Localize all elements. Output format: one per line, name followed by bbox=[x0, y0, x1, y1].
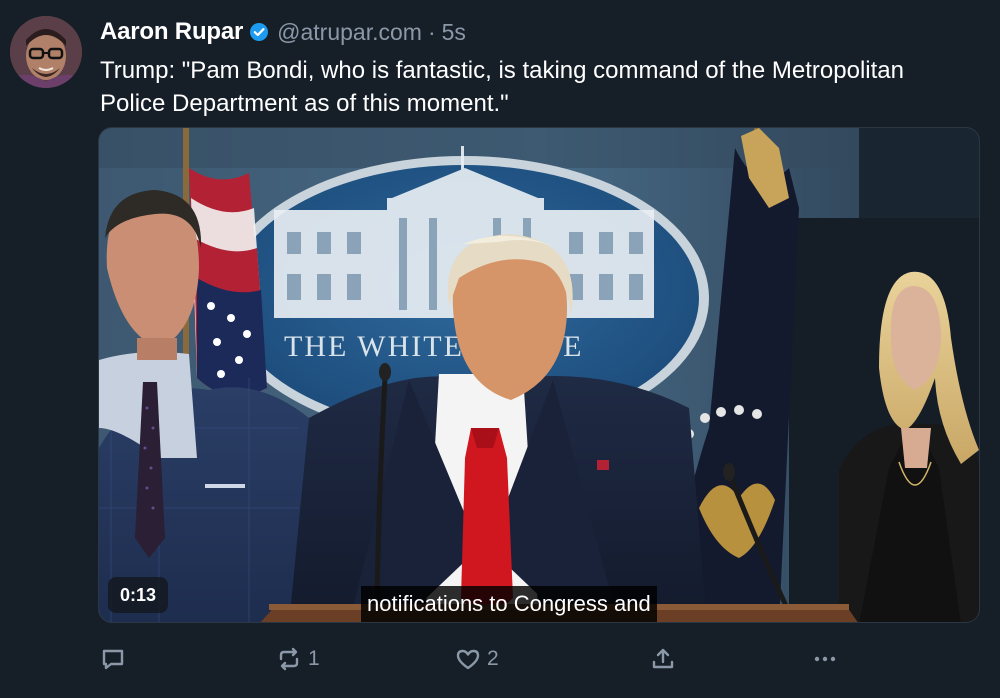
video-frame: THE WHITE HOUSE bbox=[99, 128, 979, 622]
heart-icon bbox=[456, 649, 480, 670]
more-dots-icon bbox=[814, 656, 836, 662]
avatar-image bbox=[10, 16, 82, 88]
video-player[interactable]: THE WHITE HOUSE 0:13 notifications to Co… bbox=[98, 127, 980, 623]
author-avatar[interactable] bbox=[10, 16, 82, 88]
video-duration-badge: 0:13 bbox=[108, 577, 169, 613]
post-text: Trump: "Pam Bondi, who is fantastic, is … bbox=[100, 57, 904, 117]
more-options-button[interactable] bbox=[812, 642, 838, 676]
author-handle[interactable]: @atrupar.com bbox=[277, 19, 422, 46]
post-timestamp[interactable]: 5s bbox=[442, 19, 466, 46]
header-separator: · bbox=[427, 18, 436, 45]
post-actions-bar: 1 2 bbox=[0, 642, 1000, 676]
reply-bubble-icon bbox=[102, 649, 124, 670]
post-card: Aaron Rupar @atrupar.com · 5s Trump: "Pa… bbox=[0, 0, 1000, 698]
share-button[interactable] bbox=[650, 642, 676, 676]
share-icon bbox=[652, 648, 674, 669]
author-name[interactable]: Aaron Rupar bbox=[100, 18, 243, 46]
like-button[interactable]: 2 bbox=[455, 642, 499, 676]
video-caption: notifications to Congress and bbox=[361, 586, 657, 622]
repost-icon bbox=[279, 647, 299, 671]
post-header: Aaron Rupar @atrupar.com · 5s bbox=[100, 18, 466, 46]
verified-badge-icon bbox=[249, 22, 269, 42]
like-count: 2 bbox=[487, 647, 499, 670]
reply-button[interactable] bbox=[100, 642, 126, 676]
repost-count: 1 bbox=[308, 647, 320, 670]
repost-button[interactable]: 1 bbox=[276, 642, 320, 676]
